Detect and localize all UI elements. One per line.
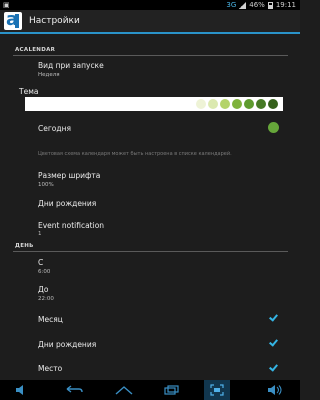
status-bar: ▣ 3G 46% 19:11 [0,0,300,10]
section-divider [13,55,288,56]
battery-percent: 46% [249,1,265,9]
setting-day-to[interactable]: До [38,285,48,294]
setting-event-notification-value: 1 [38,231,42,237]
month-checkbox-icon[interactable] [269,313,278,322]
color-scheme-hint: Цветовая схема календаря может быть наст… [38,151,232,157]
section-header-day: ДЕНЬ [15,243,34,249]
theme-swatch-4[interactable] [232,99,242,109]
clock: 19:11 [275,1,296,9]
setting-today[interactable]: Сегодня [38,124,71,133]
page-title: Настройки [29,16,80,26]
setting-font-size[interactable]: Размер шрифта [38,171,100,180]
volume-up-icon[interactable] [262,380,288,400]
section-divider [13,251,288,252]
setting-day-month[interactable]: Месяц [38,315,63,324]
signal-icon [239,1,247,9]
setting-theme: Тема [19,87,39,96]
theme-swatch-7[interactable] [268,99,278,109]
partial-checkbox-icon[interactable] [269,363,278,372]
home-icon[interactable] [112,380,136,400]
setting-day-partial[interactable]: Место [38,364,62,373]
section-header-acalendar: ACALENDAR [15,47,56,53]
partial-row: Место [0,362,300,380]
setting-day-from-value: 6:00 [38,269,51,275]
battery-icon [267,1,273,9]
network-type: 3G [226,1,237,9]
theme-swatch-5[interactable] [244,99,254,109]
theme-swatch-3[interactable] [220,99,230,109]
action-bar: a Настройки [0,9,300,34]
today-color-swatch[interactable] [268,122,279,133]
setting-start-view-value: Неделя [38,72,60,78]
setting-font-size-value: 100% [38,182,54,188]
theme-color-picker[interactable] [25,97,283,111]
theme-swatch-2[interactable] [208,99,218,109]
theme-swatch-1[interactable] [196,99,206,109]
setting-day-from[interactable]: С [38,258,43,267]
android-debug-icon: ▣ [3,1,10,9]
system-nav-bar [0,380,300,400]
setting-event-notification[interactable]: Event notification [38,221,104,230]
app-logo-icon[interactable]: a [4,9,22,30]
recent-apps-icon[interactable] [160,380,184,400]
setting-birthdays[interactable]: Дни рождения [38,199,96,208]
setting-start-view[interactable]: Вид при запуске [38,61,104,70]
birthdays-checkbox-icon[interactable] [269,338,278,347]
screenshot-icon[interactable] [204,380,230,400]
setting-day-birthdays[interactable]: Дни рождения [38,340,96,349]
back-icon[interactable] [62,380,86,400]
volume-down-icon[interactable] [10,380,34,400]
theme-swatch-6[interactable] [256,99,266,109]
setting-day-to-value: 22:00 [38,296,54,302]
